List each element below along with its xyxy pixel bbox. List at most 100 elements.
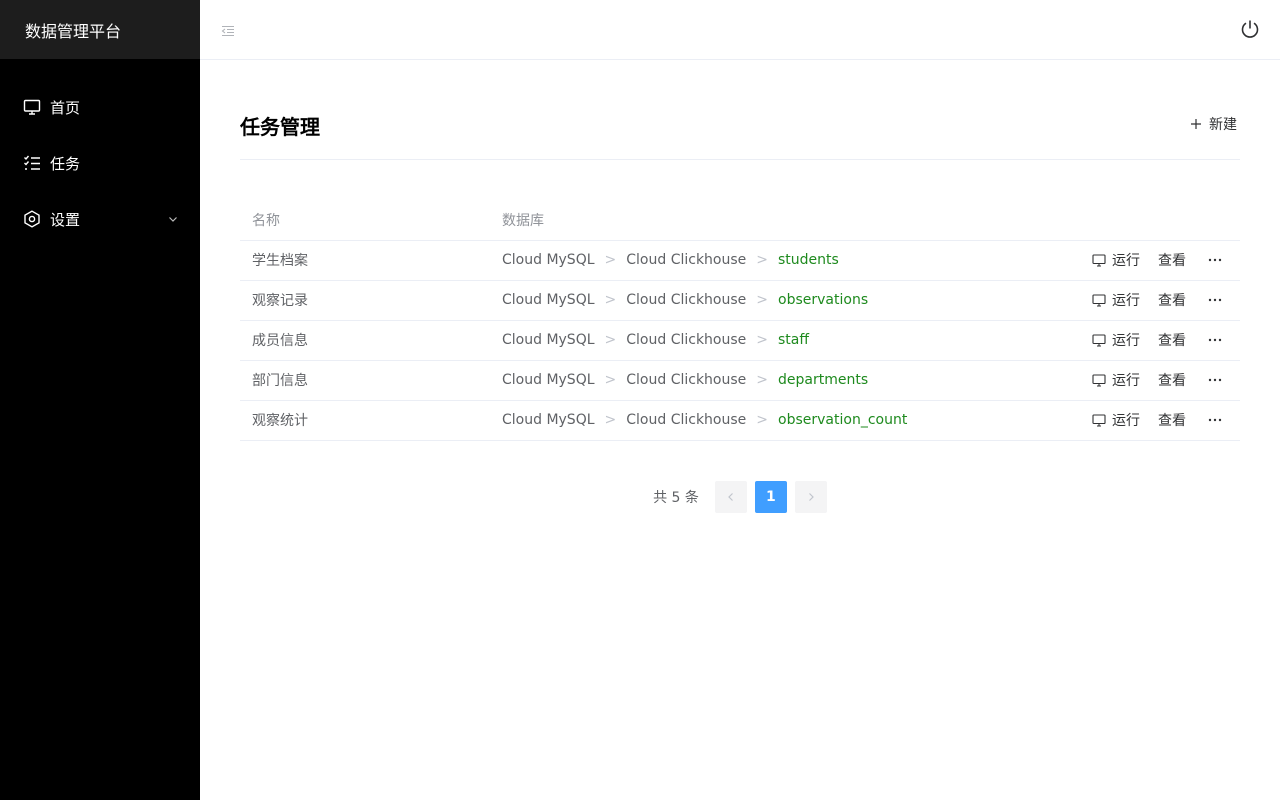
collapse-menu-icon[interactable] [221, 23, 235, 37]
target-table: observations [778, 292, 869, 308]
page-number-current[interactable]: 1 [754, 480, 787, 513]
source-db: Cloud MySQL [502, 412, 595, 428]
path-separator: > [756, 412, 769, 428]
next-page-button[interactable] [794, 480, 827, 513]
target-table: staff [778, 332, 810, 348]
view-button[interactable]: 查看 [1158, 370, 1186, 390]
path-separator: > [604, 252, 617, 268]
sidebar-menu: 首页 任务 设置 [0, 59, 200, 247]
view-button[interactable]: 查看 [1158, 330, 1186, 350]
task-name: 学生档案 [240, 240, 490, 281]
sidebar-item-home[interactable]: 首页 [0, 79, 200, 135]
monitor-icon [1092, 413, 1106, 427]
column-header-database: 数据库 [490, 200, 1070, 241]
middle-db: Cloud Clickhouse [626, 292, 747, 308]
path-separator: > [604, 412, 617, 428]
task-name: 成员信息 [240, 320, 490, 361]
middle-db: Cloud Clickhouse [626, 412, 747, 428]
row-actions: 运行 查看 [1070, 400, 1240, 441]
more-options-icon[interactable] [1208, 413, 1222, 427]
settings-icon [23, 210, 41, 228]
run-button[interactable]: 运行 [1092, 290, 1140, 310]
run-label: 运行 [1112, 333, 1140, 349]
plus-icon [1190, 118, 1202, 130]
path-separator: > [604, 372, 617, 388]
path-separator: > [604, 332, 617, 348]
row-actions: 运行 查看 [1070, 360, 1240, 401]
database-path: Cloud MySQL > Cloud Clickhouse > observation… [490, 280, 1070, 321]
sidebar-item-tasks[interactable]: 任务 [0, 135, 200, 191]
path-separator: > [604, 292, 617, 308]
monitor-icon [1092, 253, 1106, 267]
middle-db: Cloud Clickhouse [626, 332, 747, 348]
more-options-icon[interactable] [1208, 373, 1222, 387]
table-row: 成员信息 Cloud MySQL > Cloud Clickhouse > staff … [240, 320, 1240, 361]
total-count: 共 5 条 [653, 489, 699, 506]
source-db: Cloud MySQL [502, 252, 595, 268]
column-header-actions [1070, 200, 1240, 241]
prev-page-button[interactable] [714, 480, 747, 513]
sidebar-item-label: 设置 [50, 210, 81, 229]
sidebar-item-label: 任务 [50, 154, 81, 173]
task-name: 观察记录 [240, 280, 490, 321]
source-db: Cloud MySQL [502, 292, 595, 308]
run-button[interactable]: 运行 [1092, 250, 1140, 270]
checklist-icon [23, 154, 41, 172]
more-options-icon[interactable] [1208, 333, 1222, 347]
run-button[interactable]: 运行 [1092, 330, 1140, 350]
target-table: students [778, 252, 839, 268]
run-label: 运行 [1112, 253, 1140, 269]
sidebar: 数据管理平台 首页 任务 设置 [0, 0, 200, 800]
run-label: 运行 [1112, 413, 1140, 429]
column-header-name: 名称 [240, 200, 490, 241]
table-header-row: 名称 数据库 [240, 200, 1240, 241]
table-row: 观察记录 Cloud MySQL > Cloud Clickhouse > observ… [240, 280, 1240, 321]
row-actions: 运行 查看 [1070, 320, 1240, 361]
target-table: departments [778, 372, 869, 388]
run-button[interactable]: 运行 [1092, 410, 1140, 430]
task-name: 部门信息 [240, 360, 490, 401]
chevron-left-icon [728, 492, 733, 501]
monitor-icon [1092, 373, 1106, 387]
run-button[interactable]: 运行 [1092, 370, 1140, 390]
monitor-icon [1092, 333, 1106, 347]
main-content: 任务管理 新建 名称 数据库 学生档案 Cloud MySQL > Cloud Cl… [240, 60, 1240, 513]
target-table: observation_count [778, 412, 908, 428]
view-button[interactable]: 查看 [1158, 250, 1186, 270]
view-button[interactable]: 查看 [1158, 290, 1186, 310]
database-path: Cloud MySQL > Cloud Clickhouse > observation… [490, 400, 1070, 441]
source-db: Cloud MySQL [502, 372, 595, 388]
source-db: Cloud MySQL [502, 332, 595, 348]
new-task-button[interactable]: 新建 [1190, 114, 1237, 134]
chevron-right-icon [808, 492, 814, 501]
database-path: Cloud MySQL > Cloud Clickhouse > staff [490, 320, 1070, 361]
path-separator: > [756, 372, 769, 388]
database-path: Cloud MySQL > Cloud Clickhouse > students [490, 240, 1070, 281]
table-row: 观察统计 Cloud MySQL > Cloud Clickhouse > observ… [240, 400, 1240, 441]
row-actions: 运行 查看 [1070, 280, 1240, 321]
database-path: Cloud MySQL > Cloud Clickhouse > departments [490, 360, 1070, 401]
monitor-icon [1092, 293, 1106, 307]
page-title: 任务管理 [240, 115, 320, 139]
path-separator: > [756, 332, 769, 348]
chevron-down-icon [168, 214, 178, 224]
more-options-icon[interactable] [1208, 293, 1222, 307]
middle-db: Cloud Clickhouse [626, 252, 747, 268]
top-header [200, 0, 1280, 60]
path-separator: > [756, 252, 769, 268]
table-row: 学生档案 Cloud MySQL > Cloud Clickhouse > studen… [240, 240, 1240, 281]
pagination: 共 5 条 1 [240, 480, 1240, 513]
more-options-icon[interactable] [1208, 253, 1222, 267]
path-separator: > [756, 292, 769, 308]
row-actions: 运行 查看 [1070, 240, 1240, 281]
view-button[interactable]: 查看 [1158, 410, 1186, 430]
sidebar-item-settings[interactable]: 设置 [0, 191, 200, 247]
run-label: 运行 [1112, 373, 1140, 389]
sidebar-item-label: 首页 [50, 98, 81, 117]
run-label: 运行 [1112, 293, 1140, 309]
task-name: 观察统计 [240, 400, 490, 441]
table-row: 部门信息 Cloud MySQL > Cloud Clickhouse > depart… [240, 360, 1240, 401]
monitor-icon [23, 98, 41, 116]
page-header: 任务管理 新建 [240, 60, 1240, 160]
power-icon[interactable] [1240, 19, 1260, 39]
